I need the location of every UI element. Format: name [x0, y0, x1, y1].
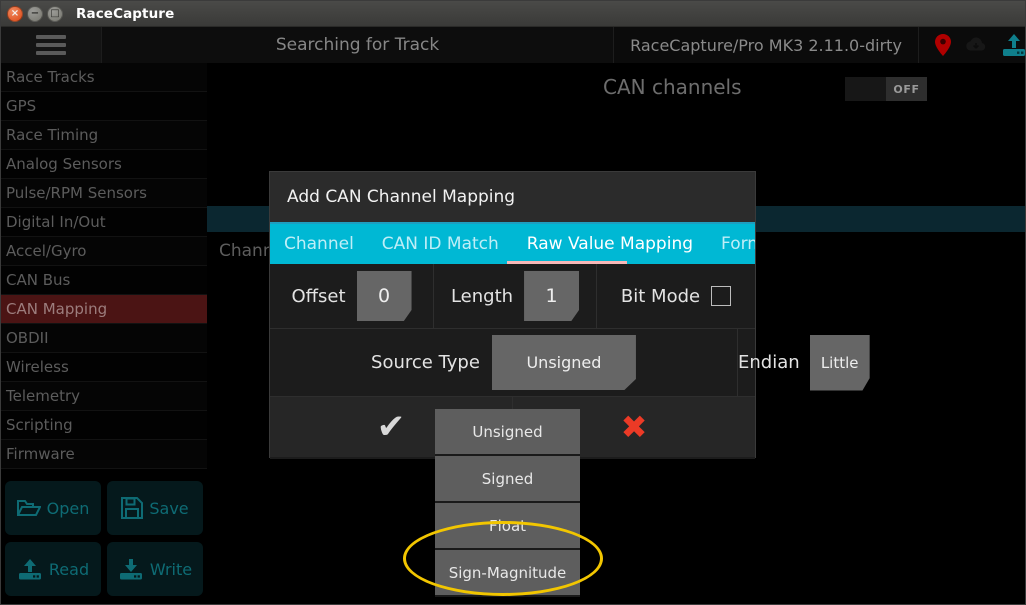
dropdown-option-signed[interactable]: Signed — [435, 456, 580, 503]
hamburger-menu-icon[interactable] — [1, 27, 101, 63]
window-title: RaceCapture — [76, 5, 175, 22]
dialog-row-offset-length-bitmode: Offset 0 Length 1 Bit Mode — [270, 264, 755, 329]
tab-channel[interactable]: Channel — [270, 224, 368, 264]
can-channels-toggle[interactable]: OFF — [845, 77, 927, 101]
window-close-button[interactable]: × — [7, 5, 23, 22]
channel-column-label: Chann — [219, 241, 274, 261]
open-button[interactable]: Open — [5, 481, 101, 535]
length-field-group: Length 1 — [434, 264, 597, 328]
sidebar-item-obdii[interactable]: OBDII — [1, 324, 207, 353]
bit-mode-label: Bit Mode — [620, 285, 701, 307]
offset-field-group: Offset 0 — [270, 264, 434, 328]
sidebar-item-gps[interactable]: GPS — [1, 92, 207, 121]
sidebar-item-pulse-rpm-sensors[interactable]: Pulse/RPM Sensors — [1, 179, 207, 208]
window-titlebar: × − □ RaceCapture — [1, 1, 1025, 27]
dialog-title: Add CAN Channel Mapping — [270, 172, 755, 222]
source-type-label: Source Type — [371, 352, 480, 373]
sidebar-action-buttons: Open Save Read Write — [1, 481, 207, 596]
dropdown-option-unsigned[interactable]: Unsigned — [435, 409, 580, 456]
page-title: CAN channels — [603, 75, 742, 99]
app-toolbar: Searching for Track RaceCapture/Pro MK3 … — [1, 27, 1025, 63]
offset-label: Offset — [291, 285, 346, 307]
window-controls: × − □ — [7, 5, 63, 22]
sidebar-item-wireless[interactable]: Wireless — [1, 353, 207, 382]
upload-icon[interactable] — [1001, 33, 1025, 57]
bit-mode-field-group: Bit Mode — [597, 264, 755, 328]
racecapture-window: × − □ RaceCapture Searching for Track Ra… — [0, 0, 1026, 605]
write-button-label: Write — [149, 559, 193, 579]
sidebar-item-accel-gyro[interactable]: Accel/Gyro — [1, 237, 207, 266]
sidebar-item-telemetry[interactable]: Telemetry — [1, 382, 207, 411]
dialog-row-sourcetype-endian: Source Type Unsigned Endian Little — [270, 329, 870, 397]
close-icon: ✖ — [620, 408, 648, 446]
open-button-label: Open — [46, 498, 90, 518]
tab-formula[interactable]: Form — [707, 224, 755, 264]
bit-mode-checkbox[interactable] — [711, 286, 732, 306]
sidebar-item-scripting[interactable]: Scripting — [1, 411, 207, 440]
sidebar-item-race-timing[interactable]: Race Timing — [1, 121, 207, 150]
save-button[interactable]: Save — [107, 481, 203, 535]
endian-label: Endian — [738, 352, 800, 373]
sidebar-item-race-tracks[interactable]: Race Tracks — [1, 63, 207, 92]
source-type-field-group: Source Type Unsigned — [270, 329, 738, 396]
dropdown-option-sign-magnitude[interactable]: Sign-Magnitude — [435, 550, 580, 597]
read-button-label: Read — [48, 559, 90, 579]
length-label: Length — [450, 285, 514, 307]
sidebar-item-analog-sensors[interactable]: Analog Sensors — [1, 150, 207, 179]
location-pin-icon[interactable] — [935, 34, 951, 56]
device-version-label: RaceCapture/Pro MK3 2.11.0-dirty — [614, 27, 919, 63]
track-search-status[interactable]: Searching for Track — [101, 27, 614, 63]
write-download-icon — [118, 557, 144, 581]
floppy-disk-icon — [121, 497, 144, 519]
dialog-tabbar: Channel CAN ID Match Raw Value Mapping F… — [270, 222, 755, 264]
tab-can-id-match[interactable]: CAN ID Match — [368, 224, 513, 264]
endian-field-group: Endian Little — [738, 329, 870, 396]
sidebar-item-can-bus[interactable]: CAN Bus — [1, 266, 207, 295]
sidebar-item-can-mapping[interactable]: CAN Mapping — [1, 295, 207, 324]
read-button[interactable]: Read — [5, 542, 101, 596]
source-type-select[interactable]: Unsigned — [491, 335, 636, 390]
cloud-download-icon[interactable] — [965, 36, 987, 54]
save-button-label: Save — [149, 498, 189, 518]
window-maximize-button[interactable]: □ — [47, 5, 63, 22]
sidebar-item-digital-in-out[interactable]: Digital In/Out — [1, 208, 207, 237]
sidebar-item-firmware[interactable]: Firmware — [1, 440, 207, 469]
dropdown-option-float[interactable]: Float — [435, 503, 580, 550]
window-minimize-button[interactable]: − — [27, 5, 43, 22]
toolbar-icons — [919, 27, 1025, 63]
checkmark-icon: ✔ — [376, 407, 406, 447]
tab-raw-value-mapping[interactable]: Raw Value Mapping — [513, 224, 707, 264]
navigation-sidebar: Race Tracks GPS Race Timing Analog Senso… — [1, 63, 207, 604]
open-folder-icon — [16, 498, 41, 518]
endian-select[interactable]: Little — [809, 334, 870, 391]
source-type-dropdown: Unsigned Signed Float Sign-Magnitude — [435, 409, 580, 597]
write-button[interactable]: Write — [107, 542, 203, 596]
toggle-state-label: OFF — [886, 77, 927, 101]
offset-input[interactable]: 0 — [356, 271, 412, 321]
read-upload-icon — [17, 557, 43, 581]
length-input[interactable]: 1 — [524, 271, 580, 321]
